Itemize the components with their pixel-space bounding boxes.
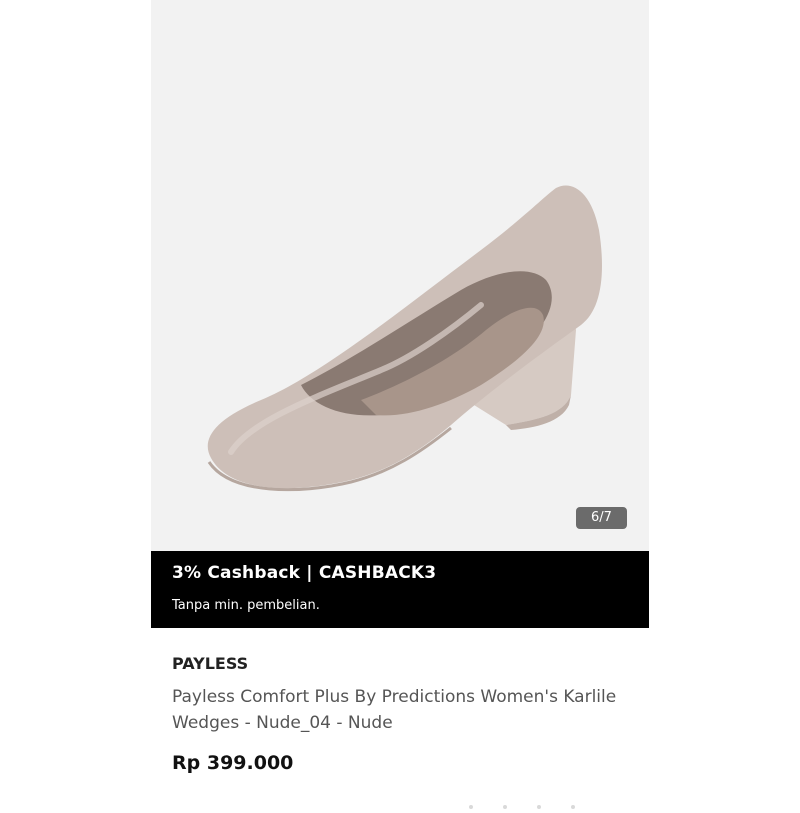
product-brand[interactable]: PAYLESS [172,654,248,673]
image-counter-badge: 6/7 [576,507,627,529]
promo-title: 3% Cashback | CASHBACK3 [172,563,437,583]
cashback-promo-banner[interactable]: 3% Cashback | CASHBACK3 Tanpa min. pembe… [151,551,649,628]
star-icon [571,805,575,809]
promo-subtitle: Tanpa min. pembelian. [172,598,320,613]
product-page: 6/7 3% Cashback | CASHBACK3 Tanpa min. p… [151,0,649,809]
product-price: Rp 399.000 [172,752,294,774]
star-icon [469,805,473,809]
product-title: Payless Comfort Plus By Predictions Wome… [172,687,617,733]
product-image-gallery[interactable]: 6/7 [151,0,649,551]
rating-stars-partial [469,794,609,809]
star-icon [537,805,541,809]
product-image [207,185,602,492]
star-icon [503,805,507,809]
